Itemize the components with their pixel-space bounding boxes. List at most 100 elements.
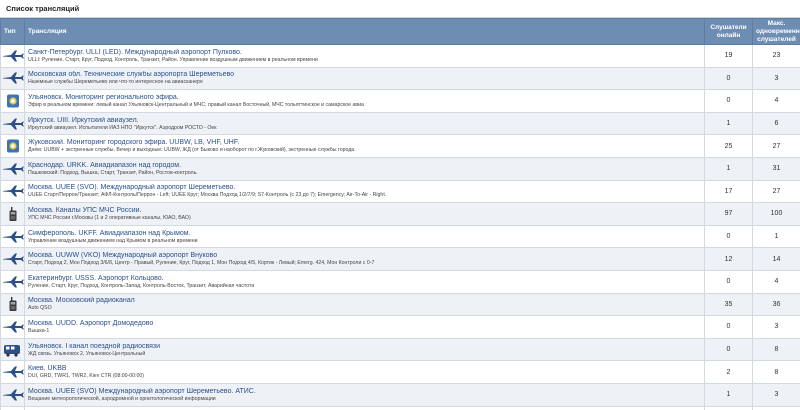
stream-title-link[interactable]: Иркутск. UIII. Иркутский авиаузел.: [28, 117, 704, 125]
column-header-type[interactable]: Тип: [0, 18, 25, 45]
stream-title-link[interactable]: Москва. UUEE (SVO). Международный аэропо…: [28, 184, 704, 192]
stream-description: DUI, GRD, TWR1, TWR2, Kiev CTR (08:00-00…: [28, 373, 144, 380]
stream-description: ULLI: Руление, Старт, Круг, Подход, Конт…: [28, 56, 318, 63]
type-cell: [0, 360, 25, 384]
listeners-max: 3: [752, 315, 800, 339]
listeners-online: 25: [704, 134, 753, 158]
column-header-stream[interactable]: Трансляция: [24, 18, 705, 45]
emblem-icon: [2, 94, 24, 108]
table-row[interactable]: Ульяновск. Мониторинг регионального эфир…: [0, 89, 800, 113]
column-header-max[interactable]: Макс. одновременно слушателей: [752, 18, 800, 45]
table-row[interactable]: Санкт-Петербург. ULLI (LED). Международн…: [0, 44, 800, 68]
stream-cell: Москва. Московский радиоканал Auto QSO: [24, 292, 705, 317]
emblem-icon: [2, 139, 24, 153]
airplane-icon: [2, 230, 24, 244]
stream-cell: Москва. UUEE (SVO). Международный аэропо…: [24, 179, 705, 204]
type-cell: [0, 89, 25, 113]
stream-description: Эфир в реальном времени: левый канал Уль…: [28, 101, 364, 108]
table-row[interactable]: Челябинск. Челябинск USCC. Плавник Z25Т.: [0, 405, 800, 410]
stream-description: Наземные службы Шереметьево или что-то и…: [28, 79, 203, 86]
listeners-online: 35: [704, 292, 753, 317]
stream-description: ЖД связь. Ульяновск 2, Ульяновск-Централ…: [28, 350, 146, 357]
type-cell: [0, 315, 25, 339]
type-cell: [0, 382, 25, 407]
listeners-online: 0: [704, 315, 753, 339]
listeners-online: 1: [704, 156, 753, 181]
type-cell: [0, 269, 25, 294]
stream-cell: Киев. UKBB DUI, GRD, TWR1, TWR2, Kiev CTR…: [24, 360, 705, 384]
stream-title-link[interactable]: Симферополь. UKFF. Авиадиапазон над Крым…: [28, 230, 704, 238]
stream-list-panel: Список трансляций Тип Трансляция Слушате…: [0, 0, 800, 410]
listeners-max: 3: [752, 66, 800, 91]
stream-title-link[interactable]: Ульяновск. I канал поездной радиосвязи: [28, 343, 704, 351]
listeners-online: 1: [704, 382, 753, 407]
stream-cell: Жуковский. Мониторинг городского эфира. …: [24, 134, 705, 158]
table-row[interactable]: Ульяновск. I канал поездной радиосвязи ЖД…: [0, 337, 800, 362]
stream-cell: Москва. UUDD. Аэропорт Домодедово Вышка-1: [24, 315, 705, 339]
listeners-max: 1: [752, 224, 800, 249]
listeners-online: 17: [704, 179, 753, 204]
train-icon: [2, 343, 24, 357]
table-row[interactable]: Московская обл. Технические службы аэроп…: [0, 66, 800, 91]
type-cell: [0, 224, 25, 249]
listeners-max: 14: [752, 247, 800, 271]
table-row[interactable]: Жуковский. Мониторинг городского эфира. …: [0, 134, 800, 158]
stream-title-link[interactable]: Ульяновск. Мониторинг регионального эфир…: [28, 94, 704, 102]
stream-description: Старт, Подход 2, Мон Подход 3/6/8, Центр…: [28, 260, 375, 267]
listeners-online: 97: [704, 202, 753, 226]
stream-cell: Екатеринбург. USSS. Аэропорт Кольцово. Ру…: [24, 269, 705, 294]
listeners-max: 36: [752, 292, 800, 317]
listeners-online: 2: [704, 360, 753, 384]
stream-title-link[interactable]: Санкт-Петербург. ULLI (LED). Международн…: [28, 49, 704, 57]
stream-cell: Московская обл. Технические службы аэроп…: [24, 66, 705, 91]
type-cell: [0, 111, 25, 136]
stream-cell: Симферополь. UKFF. Авиадиапазон над Крым…: [24, 224, 705, 249]
table-row[interactable]: Москва. UUEE (SVO) Международный аэропор…: [0, 382, 800, 407]
listeners-max: 4: [752, 89, 800, 113]
table-row[interactable]: Москва. UUDD. Аэропорт Домодедово Вышка-1…: [0, 315, 800, 339]
listeners-max: 100: [752, 202, 800, 226]
listeners-online: 0: [704, 89, 753, 113]
listeners-max: 27: [752, 179, 800, 204]
table-row[interactable]: Краснодар. URKK. Авиадиапазон над городо…: [0, 156, 800, 181]
table-row[interactable]: Иркутск. UIII. Иркутский авиаузел. Иркутс…: [0, 111, 800, 136]
listeners-online: [704, 405, 753, 410]
table-row[interactable]: Екатеринбург. USSS. Аэропорт Кольцово. Ру…: [0, 269, 800, 294]
listeners-max: 8: [752, 337, 800, 362]
listeners-max: 31: [752, 156, 800, 181]
type-cell: [0, 337, 25, 362]
table-row[interactable]: Москва. Каналы УПС МЧС России. УПС МЧС Ро…: [0, 202, 800, 226]
table-row[interactable]: Москва. UUWW (VKO) Международный аэропор…: [0, 247, 800, 271]
stream-title-link[interactable]: Московская обл. Технические службы аэроп…: [28, 71, 704, 79]
table-row[interactable]: Киев. UKBB DUI, GRD, TWR1, TWR2, Kiev CTR…: [0, 360, 800, 384]
airplane-icon: [2, 365, 24, 379]
stream-title-link[interactable]: Жуковский. Мониторинг городского эфира. …: [28, 139, 704, 147]
listeners-online: 0: [704, 269, 753, 294]
stream-description: Пашковский: Подход, Вышка, Старт, Транзи…: [28, 169, 198, 176]
stream-cell: Ульяновск. Мониторинг регионального эфир…: [24, 89, 705, 113]
stream-title-link[interactable]: Москва. UUWW (VKO) Международный аэропор…: [28, 252, 704, 260]
table-row[interactable]: Москва. UUEE (SVO). Международный аэропо…: [0, 179, 800, 204]
stream-title-link[interactable]: Москва. UUDD. Аэропорт Домодедово: [28, 320, 704, 328]
listeners-online: 0: [704, 66, 753, 91]
listeners-max: 27: [752, 134, 800, 158]
type-cell: [0, 247, 25, 271]
airplane-icon: [2, 162, 24, 176]
stream-title-link[interactable]: Киев. UKBB: [28, 365, 704, 373]
listeners-online: 12: [704, 247, 753, 271]
column-header-online[interactable]: Слушатели онлайн: [704, 18, 753, 45]
airplane-icon: [2, 320, 24, 334]
table-row[interactable]: Москва. Московский радиоканал Auto QSO 35 3…: [0, 292, 800, 317]
stream-cell: Санкт-Петербург. ULLI (LED). Международн…: [24, 44, 705, 68]
listeners-online: 1: [704, 111, 753, 136]
stream-title-link[interactable]: Москва. Московский радиоканал: [28, 297, 704, 305]
stream-title-link[interactable]: Екатеринбург. USSS. Аэропорт Кольцово.: [28, 275, 704, 283]
table-row[interactable]: Симферополь. UKFF. Авиадиапазон над Крым…: [0, 224, 800, 249]
listeners-max: 4: [752, 269, 800, 294]
stream-title-link[interactable]: Краснодар. URKK. Авиадиапазон над городо…: [28, 162, 704, 170]
stream-title-link[interactable]: Москва. Каналы УПС МЧС России.: [28, 207, 704, 215]
listeners-max: 6: [752, 111, 800, 136]
stream-title-link[interactable]: Москва. UUEE (SVO) Международный аэропор…: [28, 388, 704, 396]
stream-cell: Ульяновск. I канал поездной радиосвязи ЖД…: [24, 337, 705, 362]
airplane-icon: [2, 184, 24, 198]
